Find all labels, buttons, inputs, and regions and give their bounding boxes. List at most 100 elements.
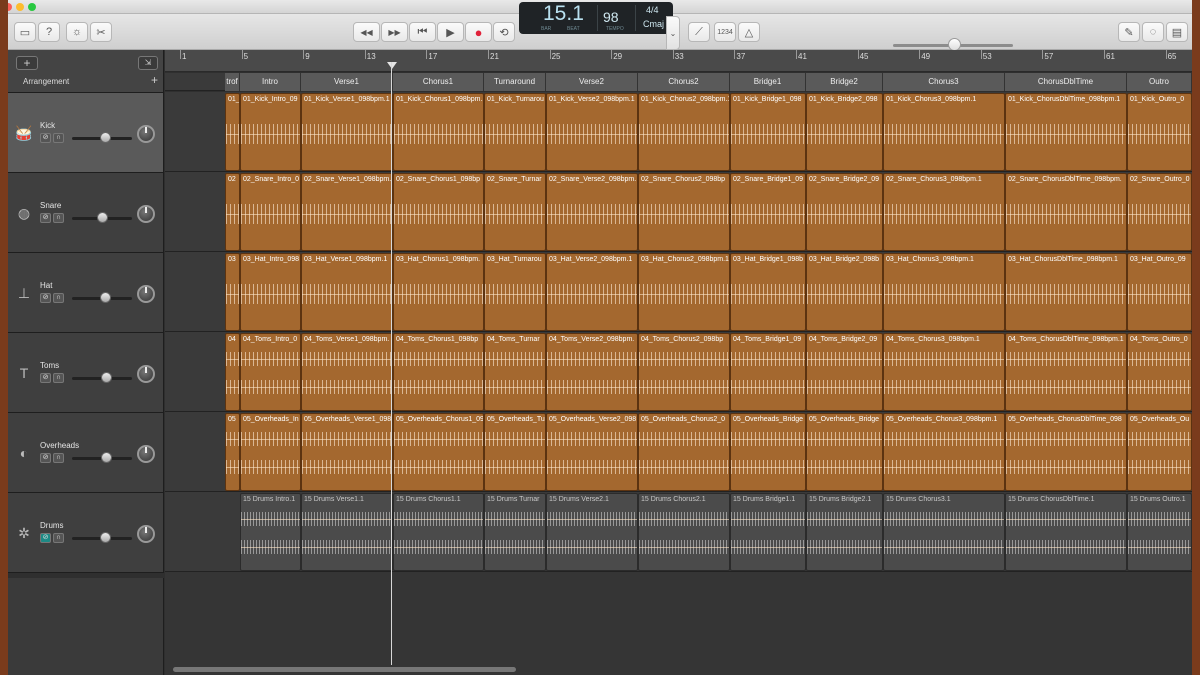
track-lane-overheads[interactable]: 05 05_Overheads_In 05_Overheads_Verse1_098… [165, 412, 1192, 492]
arrangement-marker-chorus2[interactable]: Chorus2 [638, 73, 730, 91]
rewind-button[interactable]: ◀◀ [353, 22, 380, 42]
audio-region[interactable]: 05_Overheads_Ou [1127, 413, 1192, 491]
audio-region[interactable]: 04_Toms_Chorus1_098bp [393, 333, 484, 411]
audio-region[interactable]: 04_Toms_Bridge1_09 [730, 333, 806, 411]
audio-region[interactable]: 02_Snare_Chorus1_098bp [393, 173, 484, 251]
metronome-button[interactable]: △ [738, 22, 760, 42]
audio-region[interactable]: 04_Toms_Outro_0 [1127, 333, 1192, 411]
drummer-region[interactable]: 15 Drums Chorus3.1 [883, 493, 1005, 571]
audio-region[interactable]: 03_Hat_Intro_098 [240, 253, 301, 331]
track-name[interactable]: Snare [40, 201, 61, 210]
track-name[interactable]: Kick [40, 121, 55, 130]
track-name[interactable]: Hat [40, 281, 52, 290]
audio-region[interactable]: 04_Toms_Intro_0 [240, 333, 301, 411]
notepad-button[interactable]: ✎ [1118, 22, 1140, 42]
timeline-ruler[interactable]: 1 5 9 13 17 21 25 29 33 37 41 45 49 53 57 61 65 [165, 50, 1192, 72]
arrangement-marker-verse2[interactable]: Verse2 [546, 73, 638, 91]
arrangement-marker-trof[interactable]: trof [225, 73, 240, 91]
add-track-button[interactable]: + [16, 56, 38, 70]
audio-region[interactable]: 05_Overheads_Chorus3_098bpm.1 [883, 413, 1005, 491]
track-header-snare[interactable]: ◍ Snare ⊘ ∩ [8, 173, 164, 253]
audio-region[interactable]: 01_Kick_Chorus3_098bpm.1 [883, 93, 1005, 171]
cycle-button[interactable]: ⟲ [493, 22, 515, 42]
audio-region[interactable]: 02_Snare_Chorus2_098bp [638, 173, 730, 251]
drummer-region[interactable]: 15 Drums Outro.1 [1127, 493, 1192, 571]
pan-knob[interactable] [137, 365, 155, 383]
arrangement-marker-chorus1[interactable]: Chorus1 [393, 73, 484, 91]
catch-playhead-button[interactable]: ⇲ [138, 56, 158, 70]
audio-region[interactable]: 03_Hat_Verse2_098bpm.1 [546, 253, 638, 331]
drummer-region[interactable]: 15 Drums Verse2.1 [546, 493, 638, 571]
loops-button[interactable]: ◌ [1142, 22, 1164, 42]
track-lane-snare[interactable]: 02 02_Snare_Intro_0 02_Snare_Verse1_098bpm… [165, 172, 1192, 252]
audio-region[interactable]: 01_Kick_Chorus1_098bpm.1 [393, 93, 484, 171]
mute-button[interactable]: ⊘ [40, 133, 51, 143]
tracks-area[interactable]: 01_ 01_Kick_Intro_09 01_Kick_Verse1_098bpm… [165, 92, 1192, 675]
drummer-region[interactable]: 15 Drums Chorus1.1 [393, 493, 484, 571]
audio-region[interactable]: 01_Kick_Turnarou [484, 93, 546, 171]
track-volume-thumb[interactable] [100, 452, 112, 463]
library-button[interactable]: ▭ [14, 22, 36, 42]
audio-region[interactable]: 04_Toms_Chorus3_098bpm.1 [883, 333, 1005, 411]
arrangement-marker-chorus3[interactable]: Chorus3 [883, 73, 1005, 91]
audio-region[interactable]: 04_Toms_Verse2_098bpm. [546, 333, 638, 411]
audio-region[interactable]: 01_Kick_Outro_0 [1127, 93, 1192, 171]
audio-region[interactable]: 03_Hat_Chorus2_098bpm.1 [638, 253, 730, 331]
editors-button[interactable]: ✂ [90, 22, 112, 42]
record-button[interactable]: ● [465, 22, 492, 42]
audio-region[interactable]: 03_Hat_Bridge2_098b [806, 253, 883, 331]
drummer-region[interactable]: 15 Drums ChorusDblTime.1 [1005, 493, 1127, 571]
audio-region[interactable]: 02 [225, 173, 240, 251]
headphones-icon[interactable]: ∩ [53, 453, 64, 463]
audio-region[interactable]: 03_Hat_ChorusDblTime_098bpm.1 [1005, 253, 1127, 331]
audio-region[interactable]: 01_Kick_Bridge1_098 [730, 93, 806, 171]
track-lane-kick[interactable]: 01_ 01_Kick_Intro_09 01_Kick_Verse1_098bpm… [165, 92, 1192, 172]
audio-region[interactable]: 05_Overheads_Chorus1_09 [393, 413, 484, 491]
audio-region[interactable]: 03_Hat_Chorus1_098bpm. [393, 253, 484, 331]
add-arrangement-marker-button[interactable]: + [151, 73, 158, 87]
pan-knob[interactable] [137, 285, 155, 303]
arrangement-marker-chorusdbltime[interactable]: ChorusDblTime [1005, 73, 1127, 91]
mute-button[interactable]: ⊘ [40, 453, 51, 463]
arrangement-marker-outro[interactable]: Outro [1127, 73, 1192, 91]
drummer-region[interactable]: 15 Drums Chorus2.1 [638, 493, 730, 571]
track-header-toms[interactable]: T Toms ⊘ ∩ [8, 333, 164, 413]
audio-region[interactable]: 05_Overheads_Bridge [806, 413, 883, 491]
audio-region[interactable]: 04_Toms_Turnar [484, 333, 546, 411]
playhead-handle[interactable] [387, 62, 397, 69]
headphones-icon[interactable]: ∩ [53, 293, 64, 303]
arrangement-marker-bridge2[interactable]: Bridge2 [806, 73, 883, 91]
help-button[interactable]: ? [38, 22, 60, 42]
audio-region[interactable]: 02_Snare_Verse1_098bpm. [301, 173, 393, 251]
audio-region[interactable]: 04_Toms_Verse1_098bpm. [301, 333, 393, 411]
track-name[interactable]: Drums [40, 521, 64, 530]
mute-button[interactable]: ⊘ [40, 293, 51, 303]
pan-knob[interactable] [137, 125, 155, 143]
headphones-icon[interactable]: ∩ [53, 133, 64, 143]
mute-button[interactable]: ⊘ [40, 373, 51, 383]
fast-forward-button[interactable]: ▶▶ [381, 22, 408, 42]
audio-region[interactable]: 03 [225, 253, 240, 331]
track-lane-drums[interactable]: 15 Drums Intro.1 15 Drums Verse1.1 15 Drum… [165, 492, 1192, 572]
browser-button[interactable]: ▤ [1166, 22, 1188, 42]
audio-region[interactable]: 02_Snare_Bridge2_09 [806, 173, 883, 251]
audio-region[interactable]: 03_Hat_Verse1_098bpm.1 [301, 253, 393, 331]
audio-region[interactable]: 05_Overheads_Verse2_098 [546, 413, 638, 491]
drummer-region[interactable]: 15 Drums Verse1.1 [301, 493, 393, 571]
track-lane-toms[interactable]: 04 04_Toms_Intro_0 04_Toms_Verse1_098bpm. 0… [165, 332, 1192, 412]
audio-region[interactable]: 04_Toms_Bridge2_09 [806, 333, 883, 411]
drummer-region[interactable]: 15 Drums Intro.1 [240, 493, 301, 571]
headphones-icon[interactable]: ∩ [53, 373, 64, 383]
arrangement-marker-verse1[interactable]: Verse1 [301, 73, 393, 91]
track-volume-thumb[interactable] [99, 532, 111, 543]
track-volume-thumb[interactable] [99, 292, 111, 303]
arrangement-marker-bridge1[interactable]: Bridge1 [730, 73, 806, 91]
audio-region[interactable]: 04_Toms_ChorusDblTime_098bpm.1 [1005, 333, 1127, 411]
audio-region[interactable]: 03_Hat_Outro_09 [1127, 253, 1192, 331]
audio-region[interactable]: 01_Kick_ChorusDblTime_098bpm.1 [1005, 93, 1127, 171]
audio-region[interactable]: 02_Snare_Bridge1_09 [730, 173, 806, 251]
audio-region[interactable]: 02_Snare_Intro_0 [240, 173, 301, 251]
audio-region[interactable]: 02_Snare_Chorus3_098bpm.1 [883, 173, 1005, 251]
audio-region[interactable]: 04_Toms_Chorus2_098bp [638, 333, 730, 411]
audio-region[interactable]: 05_Overheads_ChorusDblTime_098 [1005, 413, 1127, 491]
